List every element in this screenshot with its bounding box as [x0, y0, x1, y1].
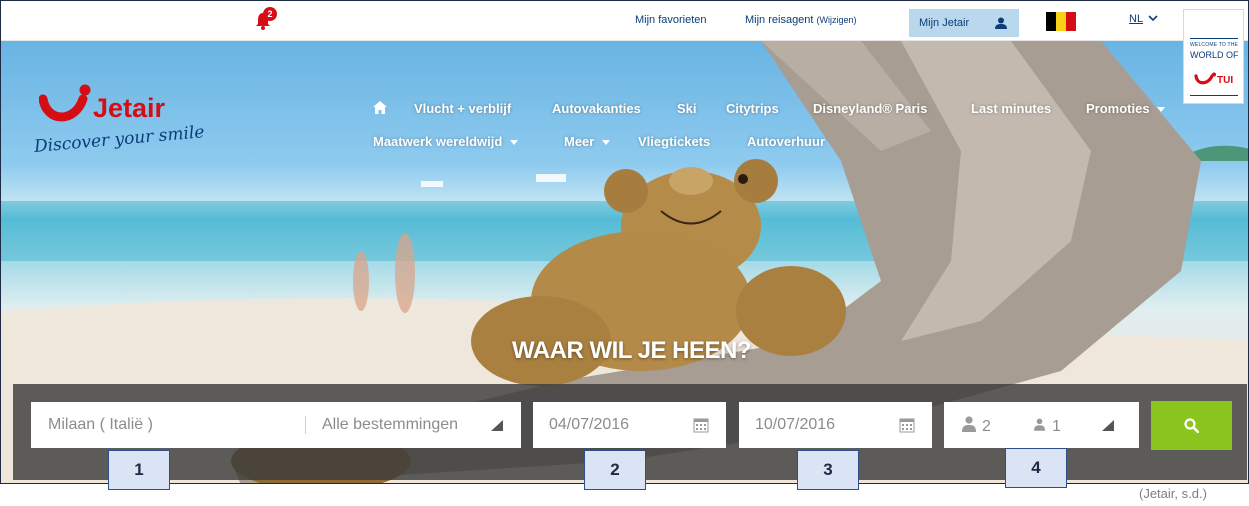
destination-select[interactable]: Alle bestemmingen: [322, 416, 458, 434]
source-caption: (Jetair, s.d.): [1139, 486, 1207, 501]
jetair-smile-logo-icon[interactable]: [39, 83, 93, 127]
nav-item-autovakanties[interactable]: Autovakanties: [552, 101, 641, 116]
tui-smile-logo-icon: [1194, 72, 1216, 85]
account-button-label: Mijn Jetair: [919, 17, 970, 29]
nav-item-autoverhuur[interactable]: Autoverhuur: [747, 134, 825, 149]
top-utility-bar: 2 Mijn favorieten Mijn reisagent (Wijzig…: [1, 1, 1248, 41]
search-icon: [1184, 418, 1199, 433]
children-count[interactable]: 1: [1052, 418, 1061, 436]
chevron-down-icon[interactable]: [1147, 12, 1159, 24]
nav-item-promoties[interactable]: Promoties: [1086, 101, 1166, 116]
annotation-marker-1: 1: [108, 450, 170, 490]
language-selector[interactable]: NL: [1129, 13, 1143, 25]
calendar-icon[interactable]: [693, 417, 709, 433]
nav-item-meer[interactable]: Meer: [564, 134, 610, 149]
nav-item-maatwerk-label: Maatwerk wereldwijd: [373, 134, 503, 149]
chevron-down-icon: [509, 140, 518, 145]
adults-count[interactable]: 2: [982, 418, 991, 436]
tui-world-text: WORLD OF: [1190, 50, 1239, 60]
return-date-input[interactable]: 10/07/2016: [755, 416, 835, 434]
nav-item-disneyland-paris[interactable]: Disneyland® Paris: [813, 101, 927, 116]
chevron-down-icon: [1157, 107, 1166, 112]
tui-logo: TUI: [1190, 72, 1238, 88]
nav-item-ski[interactable]: Ski: [677, 101, 697, 116]
tui-badge-divider-bottom: [1190, 95, 1238, 96]
travel-agent-change-link[interactable]: (Wijzigen): [817, 15, 857, 25]
favorites-link[interactable]: Mijn favorieten: [635, 14, 707, 26]
annotation-marker-4: 4: [1005, 448, 1067, 488]
depart-date-input[interactable]: 04/07/2016: [549, 416, 629, 434]
tui-world-badge[interactable]: WELCOME TO THE WORLD OF TUI: [1183, 9, 1244, 104]
notification-count-badge: 2: [263, 7, 277, 21]
adult-person-icon: [962, 416, 976, 432]
nav-item-vliegtickets[interactable]: Vliegtickets: [638, 134, 710, 149]
tui-brand-text: TUI: [1217, 75, 1234, 86]
field-divider: [305, 416, 306, 434]
nav-item-promoties-label: Promoties: [1086, 101, 1150, 116]
dropdown-arrow-icon[interactable]: [491, 420, 503, 431]
chevron-down-icon: [601, 140, 610, 145]
departure-destination-field[interactable]: Milaan ( Italië ) Alle bestemmingen: [31, 402, 521, 448]
user-icon: [995, 17, 1007, 29]
calendar-icon[interactable]: [899, 417, 915, 433]
hero-headline-text: WAAR WIL JE HEEN?: [511, 337, 752, 364]
tui-welcome-text: WELCOME TO THE: [1190, 42, 1239, 48]
dropdown-arrow-icon[interactable]: [1102, 420, 1114, 431]
flag-stripe-red: [1066, 12, 1076, 31]
belgium-flag-icon[interactable]: [1046, 12, 1076, 31]
home-icon[interactable]: [373, 101, 387, 114]
depart-date-field[interactable]: 04/07/2016: [533, 402, 726, 448]
nav-item-maatwerk-wereldwijd[interactable]: Maatwerk wereldwijd: [373, 134, 518, 149]
tui-badge-divider: [1190, 38, 1238, 39]
flag-stripe-black: [1046, 12, 1056, 31]
search-button[interactable]: [1151, 401, 1232, 450]
browser-frame: 2 Mijn favorieten Mijn reisagent (Wijzig…: [0, 0, 1249, 484]
hero-banner: Jetair Discover your smile Vlucht + verb…: [1, 41, 1248, 483]
child-person-icon: [1034, 418, 1045, 431]
account-button[interactable]: Mijn Jetair: [909, 9, 1019, 37]
nav-item-citytrips[interactable]: Citytrips: [726, 101, 779, 116]
departure-input[interactable]: Milaan ( Italië ): [48, 416, 153, 434]
return-date-field[interactable]: 10/07/2016: [739, 402, 932, 448]
annotation-marker-3: 3: [797, 450, 859, 490]
travel-agent-link[interactable]: Mijn reisagent (Wijzigen): [745, 14, 857, 26]
nav-item-meer-label: Meer: [564, 134, 595, 149]
annotation-marker-2: 2: [584, 450, 646, 490]
brand-name[interactable]: Jetair: [93, 93, 165, 124]
travel-agent-label: Mijn reisagent: [745, 14, 814, 26]
hero-headline: WAAR WIL JE HEEN?: [1, 337, 1248, 365]
nav-item-vlucht-verblijf[interactable]: Vlucht + verblijf: [414, 101, 511, 116]
travellers-field[interactable]: 2 1: [944, 402, 1139, 448]
nav-item-last-minutes[interactable]: Last minutes: [971, 101, 1051, 116]
flag-stripe-yellow: [1056, 12, 1066, 31]
